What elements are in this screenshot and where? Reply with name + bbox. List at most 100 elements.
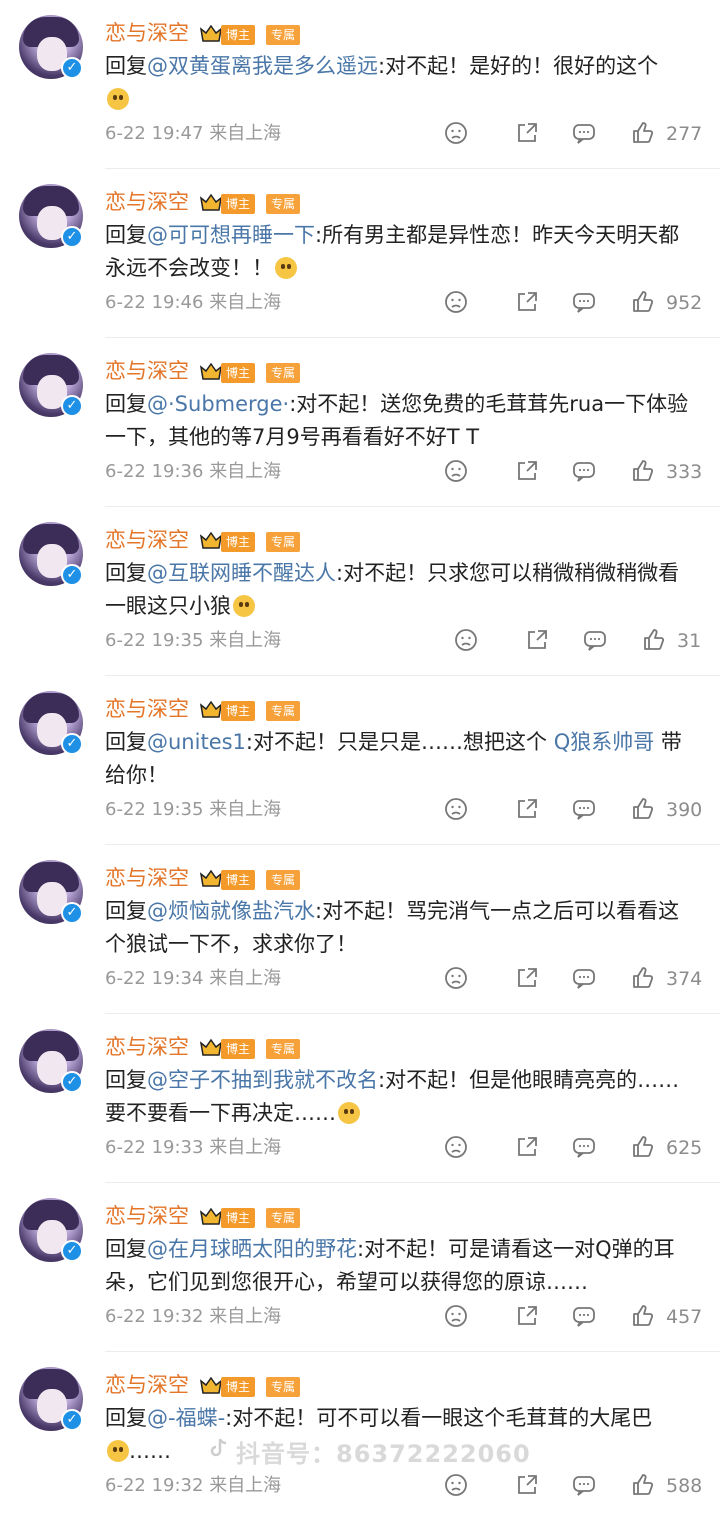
thumbs-up-icon[interactable]	[631, 1135, 655, 1159]
mention-link[interactable]: @空子不抽到我就不改名	[147, 1068, 378, 1092]
share-icon[interactable]	[525, 628, 549, 652]
mention-link[interactable]: @双黄蛋离我是多么遥远	[147, 54, 378, 78]
topic-link[interactable]: Q狼系帅哥	[554, 730, 655, 754]
exclusive-badge: 专属	[266, 1377, 301, 1397]
comment-icon[interactable]	[572, 1304, 596, 1328]
pleading-emoji-icon	[338, 1102, 360, 1124]
frown-face-icon[interactable]	[444, 1304, 468, 1328]
author-name[interactable]: 恋与深空	[105, 1201, 189, 1231]
share-icon[interactable]	[515, 121, 539, 145]
like-count: 952	[666, 292, 703, 314]
share-icon[interactable]	[515, 1304, 539, 1328]
share-icon[interactable]	[515, 797, 539, 821]
author-badge: 博主	[221, 25, 256, 45]
comment-icon[interactable]	[572, 121, 596, 145]
author-badge: 博主	[221, 1377, 256, 1397]
comment-meta: 6-22 19:33 来自上海	[105, 1137, 282, 1158]
mention-link[interactable]: @可可想再睡一下	[147, 223, 315, 247]
author-name[interactable]: 恋与深空	[105, 18, 189, 48]
author-badge: 博主	[221, 194, 256, 214]
share-icon[interactable]	[515, 1473, 539, 1497]
comment-icon[interactable]	[583, 628, 607, 652]
author-name[interactable]: 恋与深空	[105, 1370, 189, 1400]
thumbs-up-icon[interactable]	[631, 797, 655, 821]
crown-icon	[199, 24, 223, 42]
thumbs-up-icon[interactable]	[631, 459, 655, 483]
author-badge: 博主	[221, 870, 256, 890]
comment-icon[interactable]	[572, 1135, 596, 1159]
exclusive-badge: 专属	[266, 701, 301, 721]
exclusive-badge: 专属	[266, 194, 301, 214]
comment-text: 回复@空子不抽到我就不改名:对不起！但是他眼睛亮亮的……要不要看一下再决定……	[105, 1068, 680, 1125]
author-name[interactable]: 恋与深空	[105, 863, 189, 893]
thumbs-up-icon[interactable]	[631, 121, 655, 145]
comment-icon[interactable]	[572, 1473, 596, 1497]
share-icon[interactable]	[515, 966, 539, 990]
like-count: 333	[666, 461, 703, 483]
verified-badge-icon: ✓	[61, 395, 83, 417]
author-name[interactable]: 恋与深空	[105, 187, 189, 217]
like-count: 625	[666, 1137, 703, 1159]
mention-link[interactable]: @-福蝶-	[147, 1406, 225, 1430]
verified-badge-icon: ✓	[61, 902, 83, 924]
comment-meta: 6-22 19:35 来自上海	[105, 799, 282, 820]
mention-link[interactable]: @烦恼就像盐汽水	[147, 899, 315, 923]
verified-badge-icon: ✓	[61, 564, 83, 586]
mention-link[interactable]: @在月球晒太阳的野花	[147, 1237, 357, 1261]
thumbs-up-icon[interactable]	[631, 1304, 655, 1328]
thumbs-up-icon[interactable]	[631, 1473, 655, 1497]
exclusive-badge: 专属	[266, 532, 301, 552]
comment-item: ✓ 恋与深空 博主 专属 回复@在月球晒太阳的野花:对不起！可是请看这一对Q弹的…	[0, 1183, 720, 1352]
thumbs-up-icon[interactable]	[631, 290, 655, 314]
frown-face-icon[interactable]	[444, 797, 468, 821]
comment-icon[interactable]	[572, 459, 596, 483]
frown-face-icon[interactable]	[444, 1473, 468, 1497]
frown-face-icon[interactable]	[444, 290, 468, 314]
crown-icon	[199, 531, 223, 549]
verified-badge-icon: ✓	[61, 733, 83, 755]
comment-item: ✓ 恋与深空 博主 专属 回复@空子不抽到我就不改名:对不起！但是他眼睛亮亮的……	[0, 1014, 720, 1183]
crown-icon	[199, 1207, 223, 1225]
crown-icon	[199, 193, 223, 211]
verified-badge-icon: ✓	[61, 57, 83, 79]
comment-icon[interactable]	[572, 797, 596, 821]
exclusive-badge: 专属	[266, 363, 301, 383]
verified-badge-icon: ✓	[61, 1240, 83, 1262]
comment-item: ✓ 恋与深空 博主 专属 回复@·Submerge·:对不起！送您免费的毛茸茸先…	[0, 338, 720, 507]
comment-icon[interactable]	[572, 966, 596, 990]
frown-face-icon[interactable]	[444, 121, 468, 145]
emoji-icon	[233, 595, 255, 617]
author-badge: 博主	[221, 363, 256, 383]
frown-face-icon[interactable]	[444, 1135, 468, 1159]
thumbs-up-icon[interactable]	[631, 966, 655, 990]
like-count: 374	[666, 968, 703, 990]
like-count: 390	[666, 799, 703, 821]
crown-icon	[199, 1038, 223, 1056]
comment-meta: 6-22 19:46 来自上海	[105, 292, 282, 313]
author-name[interactable]: 恋与深空	[105, 525, 189, 555]
comment-text: 回复@互联网睡不醒达人:对不起！只求您可以稍微稍微稍微看一眼这只小狼	[105, 561, 680, 618]
frown-face-icon[interactable]	[444, 459, 468, 483]
author-name[interactable]: 恋与深空	[105, 694, 189, 724]
comment-icon[interactable]	[572, 290, 596, 314]
mention-link[interactable]: @·Submerge·	[147, 392, 289, 416]
share-icon[interactable]	[515, 459, 539, 483]
verified-badge-icon: ✓	[61, 226, 83, 248]
frown-face-icon[interactable]	[454, 628, 478, 652]
author-badge: 博主	[221, 1208, 256, 1228]
author-name[interactable]: 恋与深空	[105, 1032, 189, 1062]
mention-link[interactable]: @互联网睡不醒达人	[147, 561, 336, 585]
author-name[interactable]: 恋与深空	[105, 356, 189, 386]
comment-meta: 6-22 19:32 来自上海	[105, 1475, 282, 1496]
emoji-icon	[275, 257, 297, 279]
share-icon[interactable]	[515, 1135, 539, 1159]
comment-item: ✓ 恋与深空 博主 专属 回复@可可想再睡一下:所有男主都是异性恋！昨天今天明天…	[0, 169, 720, 338]
exclusive-badge: 专属	[266, 1039, 301, 1059]
comment-meta: 6-22 19:34 来自上海	[105, 968, 282, 989]
like-count: 457	[666, 1306, 703, 1328]
like-count: 31	[677, 630, 702, 652]
thumbs-up-icon[interactable]	[642, 628, 666, 652]
frown-face-icon[interactable]	[444, 966, 468, 990]
mention-link[interactable]: @unites1	[147, 730, 246, 754]
share-icon[interactable]	[515, 290, 539, 314]
